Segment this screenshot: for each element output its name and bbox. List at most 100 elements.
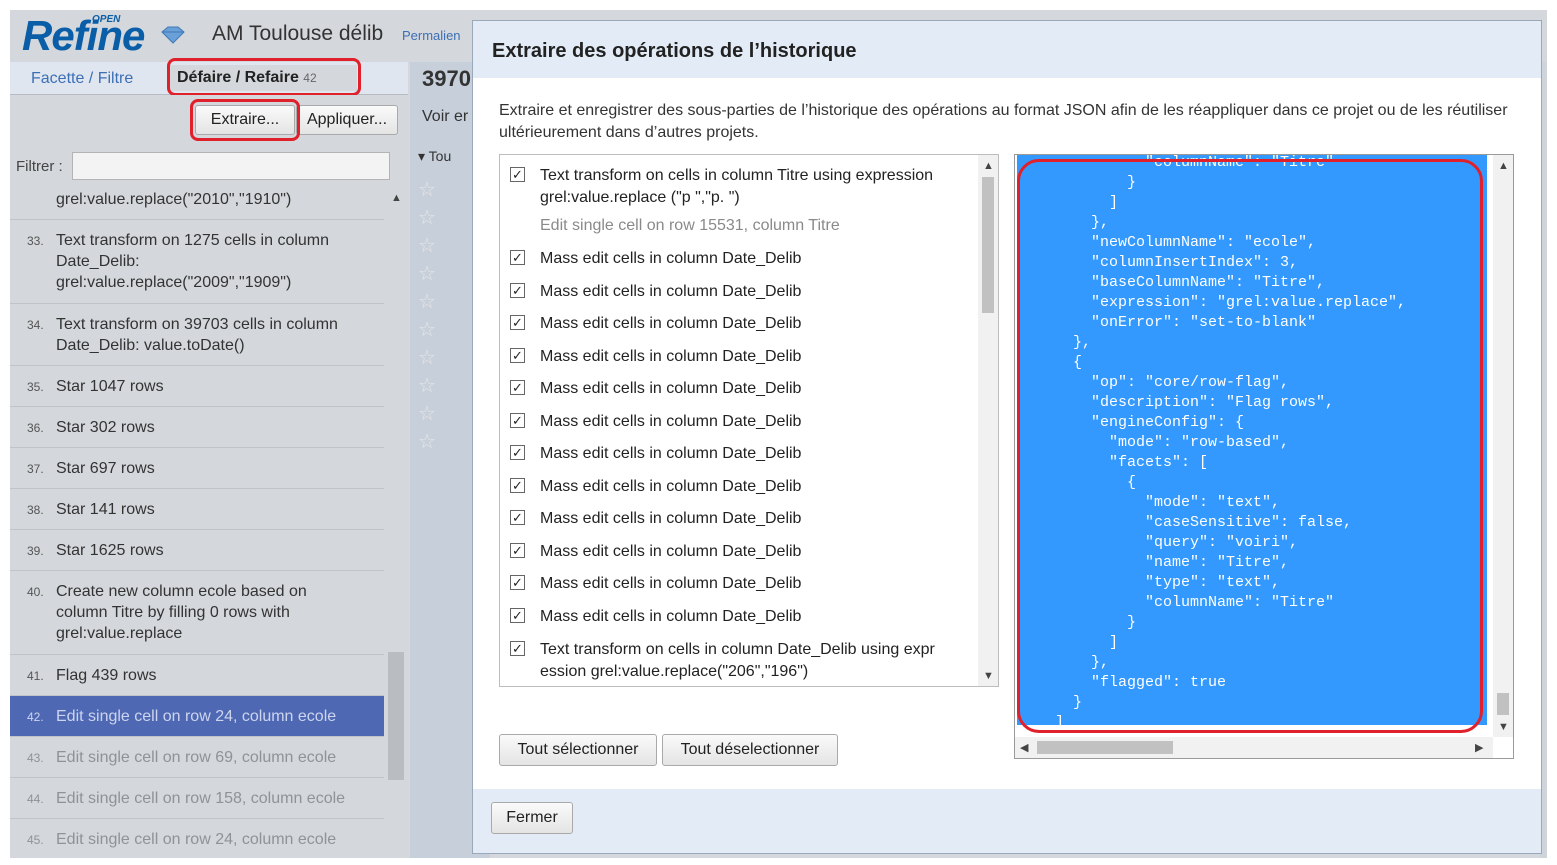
- history-item[interactable]: 36. Star 302 rows: [10, 407, 384, 448]
- scroll-left-icon[interactable]: ◀: [1020, 741, 1028, 754]
- project-title[interactable]: AM Toulouse délib: [212, 22, 383, 46]
- operation-checkbox[interactable]: ✓: [510, 478, 525, 493]
- history-item-text: Flag 439 rows: [56, 667, 157, 684]
- history-item-number: 37.: [27, 462, 44, 476]
- dialog-header: Extraire des opérations de l’historique: [473, 21, 1541, 78]
- history-item[interactable]: 34. Text transform on 39703 cells in col…: [10, 304, 384, 366]
- history-item[interactable]: 37. Star 697 rows: [10, 448, 384, 489]
- star-icon[interactable]: ☆: [418, 345, 436, 373]
- history-scroll-thumb[interactable]: [388, 652, 404, 780]
- operations-scroll-thumb[interactable]: [982, 177, 994, 313]
- operation-checkbox[interactable]: ✓: [510, 283, 525, 298]
- star-icon[interactable]: ☆: [418, 233, 436, 261]
- annotation-ring-undo-tab: [167, 58, 361, 96]
- operation-checkbox[interactable]: ✓: [510, 445, 525, 460]
- operation-unselectable-label: Edit single cell on row 15531, column Ti…: [540, 217, 840, 234]
- scroll-up-icon[interactable]: ▲: [1498, 160, 1509, 172]
- tab-facet-filter[interactable]: Facette / Filtre: [31, 70, 133, 88]
- operation-label: Mass edit cells in column Date_Delib: [540, 413, 802, 430]
- operation-checkbox[interactable]: ✓: [510, 543, 525, 558]
- star-icon[interactable]: ☆: [418, 429, 436, 457]
- operation-label: Mass edit cells in column Date_Delib: [540, 380, 802, 397]
- view-as-label[interactable]: Voir er: [422, 108, 468, 126]
- history-item-number: 35.: [27, 380, 44, 394]
- select-all-button[interactable]: Tout sélectionner: [499, 734, 657, 766]
- star-icon[interactable]: ☆: [418, 177, 436, 205]
- history-item-text: Create new column ecole based on column …: [56, 583, 307, 642]
- history-item-number: 45.: [27, 833, 44, 847]
- operations-scrollbar[interactable]: ▲ ▼: [978, 155, 998, 686]
- operation-label: Mass edit cells in column Date_Delib: [540, 543, 802, 560]
- operation-label: Mass edit cells in column Date_Delib: [540, 510, 802, 527]
- logo-badge: OPEN: [92, 14, 121, 25]
- history-item[interactable]: 38. Star 141 rows: [10, 489, 384, 530]
- history-item[interactable]: grel:value.replace("2010","1910"): [10, 184, 384, 220]
- annotation-ring-json: [1017, 159, 1483, 733]
- history-item-number: 38.: [27, 503, 44, 517]
- scroll-up-icon[interactable]: ▲: [391, 192, 402, 204]
- operation-checkbox[interactable]: ✓: [510, 167, 525, 182]
- deselect-all-button[interactable]: Tout déselectionner: [662, 734, 838, 766]
- history-item[interactable]: 39. Star 1625 rows: [10, 530, 384, 571]
- history-item-number: 42.: [27, 710, 44, 724]
- operation-checkbox[interactable]: ✓: [510, 510, 525, 525]
- history-item-future[interactable]: 45. Edit single cell on row 24, column e…: [10, 819, 384, 858]
- operation-label: Mass edit cells in column Date_Delib: [540, 608, 802, 625]
- history-filter: Filtrer :: [10, 150, 408, 184]
- scroll-down-icon[interactable]: ▼: [983, 670, 994, 682]
- operation-checkbox[interactable]: ✓: [510, 575, 525, 590]
- json-vscroll-thumb[interactable]: [1497, 693, 1509, 715]
- star-icon[interactable]: ☆: [418, 205, 436, 233]
- json-hscroll-thumb[interactable]: [1037, 741, 1173, 754]
- json-vertical-scrollbar[interactable]: ▲ ▼: [1493, 155, 1513, 737]
- history-item-future[interactable]: 43. Edit single cell on row 69, column e…: [10, 737, 384, 778]
- history-item-text: Star 302 rows: [56, 419, 155, 436]
- operation-checkbox[interactable]: ✓: [510, 380, 525, 395]
- json-horizontal-scrollbar[interactable]: ◀ ▶: [1015, 737, 1493, 758]
- star-icon[interactable]: ☆: [418, 261, 436, 289]
- scroll-down-icon[interactable]: ▼: [1498, 721, 1509, 733]
- history-item-number: 34.: [27, 318, 44, 332]
- apply-button[interactable]: Appliquer...: [296, 105, 398, 135]
- operation-checkbox[interactable]: ✓: [510, 413, 525, 428]
- history-item-number: 33.: [27, 234, 44, 248]
- operation-checkbox[interactable]: ✓: [510, 641, 525, 656]
- permalink-link[interactable]: Permalien: [402, 28, 461, 43]
- history-item-text: grel:value.replace("2010","1910"): [56, 191, 292, 208]
- all-column-header[interactable]: ▾ Tou: [418, 148, 451, 165]
- history-item-text: Edit single cell on row 69, column ecole: [56, 749, 337, 766]
- history-scrollbar[interactable]: ▲: [386, 184, 406, 858]
- star-column: ☆ ☆ ☆ ☆ ☆ ☆ ☆ ☆ ☆ ☆: [418, 177, 436, 457]
- history-item[interactable]: 35. Star 1047 rows: [10, 366, 384, 407]
- star-icon[interactable]: ☆: [418, 317, 436, 345]
- filter-input[interactable]: [72, 152, 390, 180]
- rows-count: 3970: [422, 66, 471, 91]
- history-item[interactable]: 40. Create new column ecole based on col…: [10, 571, 384, 655]
- history-item[interactable]: 33. Text transform on 1275 cells in colu…: [10, 220, 384, 304]
- history-item-current[interactable]: 42. Edit single cell on row 24, column e…: [10, 696, 384, 737]
- scroll-right-icon[interactable]: ▶: [1475, 741, 1483, 754]
- history-item-future[interactable]: 44. Edit single cell on row 158, column …: [10, 778, 384, 819]
- diamond-logo-icon: [161, 26, 185, 44]
- star-icon[interactable]: ☆: [418, 401, 436, 429]
- operation-label: Text transform on cells in column Date_D…: [540, 641, 935, 680]
- close-button[interactable]: Fermer: [491, 802, 573, 834]
- star-icon[interactable]: ☆: [418, 289, 436, 317]
- operations-list: ✓ Text transform on cells in column Titr…: [499, 154, 999, 687]
- history-item-text: Text transform on 39703 cells in column …: [56, 316, 338, 354]
- history-list: grel:value.replace("2010","1910") 33. Te…: [10, 184, 384, 858]
- operation-checkbox[interactable]: ✓: [510, 348, 525, 363]
- star-icon[interactable]: ☆: [418, 373, 436, 401]
- history-item-number: 44.: [27, 792, 44, 806]
- operation-label: Mass edit cells in column Date_Delib: [540, 478, 802, 495]
- history-item-text: Text transform on 1275 cells in column D…: [56, 232, 330, 291]
- scroll-up-icon[interactable]: ▲: [983, 160, 994, 172]
- operation-checkbox[interactable]: ✓: [510, 315, 525, 330]
- operation-label: Mass edit cells in column Date_Delib: [540, 348, 802, 365]
- history-item-number: 40.: [27, 585, 44, 599]
- operation-checkbox[interactable]: ✓: [510, 250, 525, 265]
- extract-history-dialog: Extraire des opérations de l’historique …: [472, 20, 1542, 854]
- operation-checkbox[interactable]: ✓: [510, 608, 525, 623]
- history-item-text: Edit single cell on row 158, column ecol…: [56, 790, 346, 807]
- history-item[interactable]: 41. Flag 439 rows: [10, 655, 384, 696]
